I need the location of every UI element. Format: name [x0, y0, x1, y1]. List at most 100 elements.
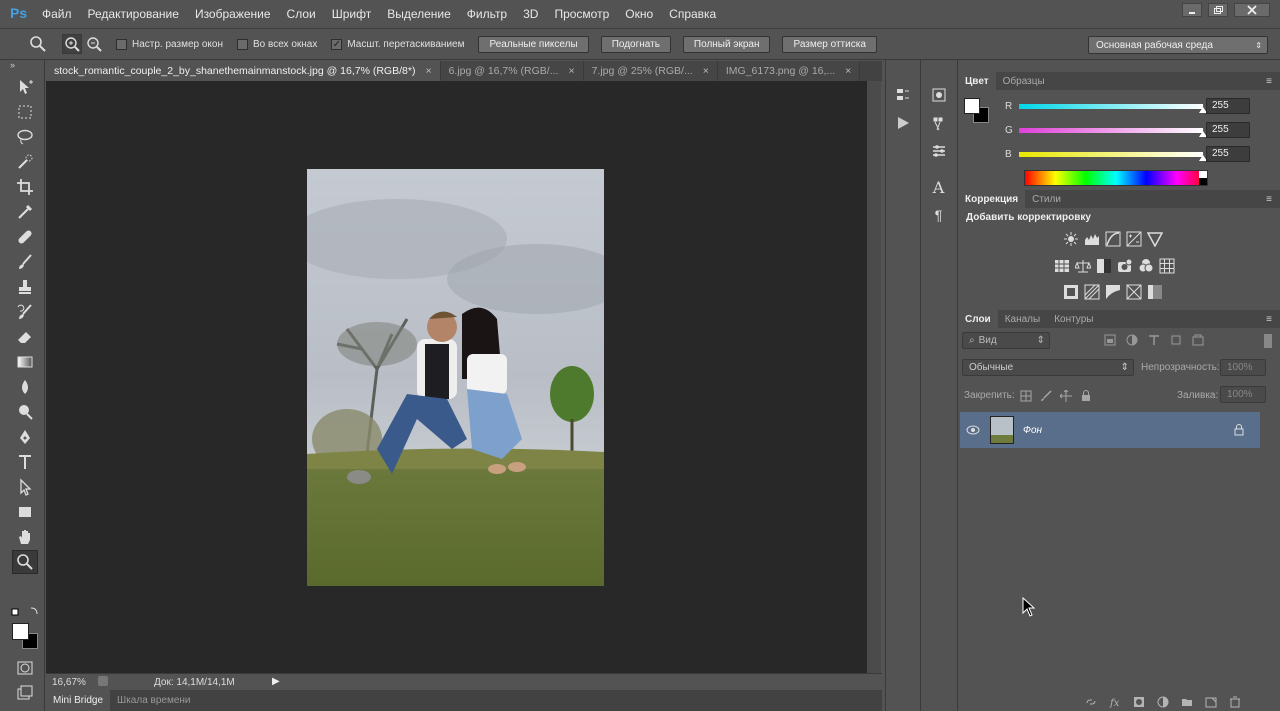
fit-screen-button[interactable]: Подогнать: [600, 35, 671, 53]
menu-view[interactable]: Просмотр: [554, 7, 609, 21]
screen-mode-button[interactable]: [12, 681, 38, 705]
menu-type[interactable]: Шрифт: [332, 7, 371, 21]
healing-brush-tool[interactable]: [12, 225, 38, 249]
pen-tool[interactable]: [12, 425, 38, 449]
tab-timeline[interactable]: Шкала времени: [110, 690, 197, 711]
slider-b[interactable]: B 255: [958, 146, 1258, 162]
color-spectrum[interactable]: [1024, 170, 1208, 186]
dodge-tool[interactable]: [12, 400, 38, 424]
link-layers-icon[interactable]: [1085, 696, 1097, 708]
menu-edit[interactable]: Редактирование: [88, 7, 179, 21]
info-icon[interactable]: [98, 676, 108, 686]
foreground-swatch[interactable]: [12, 623, 29, 640]
menu-layer[interactable]: Слои: [287, 7, 316, 21]
tab-document-3[interactable]: 7.jpg @ 25% (RGB/... ×: [583, 61, 718, 81]
layer-filter-select[interactable]: ⌕ Вид ⇕: [962, 332, 1050, 349]
history-brush-tool[interactable]: [12, 300, 38, 324]
panel-menu-icon[interactable]: ≡: [1266, 194, 1272, 205]
all-windows-checkbox[interactable]: Во всех окнах: [237, 38, 317, 50]
exposure-icon[interactable]: [1125, 230, 1142, 247]
color-lookup-icon[interactable]: [1158, 257, 1175, 274]
filter-type-icon[interactable]: [1148, 334, 1160, 346]
selective-color-icon[interactable]: [1125, 283, 1142, 300]
panel-menu-icon[interactable]: ≡: [1266, 76, 1272, 87]
opacity-field[interactable]: 100%: [1220, 359, 1266, 376]
lock-position-icon[interactable]: [1060, 390, 1072, 402]
menu-3d[interactable]: 3D: [523, 7, 538, 21]
color-balance-icon[interactable]: [1074, 257, 1091, 274]
spectrum-black[interactable]: [1199, 178, 1207, 185]
menu-help[interactable]: Справка: [669, 7, 716, 21]
threshold-icon[interactable]: [1104, 283, 1121, 300]
hue-saturation-icon[interactable]: [1053, 257, 1070, 274]
menu-file[interactable]: Файл: [42, 7, 72, 21]
new-group-icon[interactable]: [1181, 696, 1193, 708]
tab-document-1[interactable]: stock_romantic_couple_2_by_shanethemainm…: [46, 61, 441, 81]
b-gradient[interactable]: [1019, 151, 1203, 157]
brush-settings-icon[interactable]: [927, 140, 951, 162]
scrubby-zoom-checkbox[interactable]: ✓ Масшт. перетаскиванием: [331, 38, 464, 50]
color-swatches[interactable]: [12, 623, 40, 651]
quick-select-tool[interactable]: [12, 150, 38, 174]
levels-icon[interactable]: [1083, 230, 1100, 247]
blur-tool[interactable]: [12, 375, 38, 399]
filter-adjustment-icon[interactable]: [1126, 334, 1138, 346]
brightness-icon[interactable]: [1062, 230, 1079, 247]
zoom-level[interactable]: 16,67%: [46, 677, 90, 688]
tab-color[interactable]: Цвет: [958, 72, 996, 90]
layer-name[interactable]: Фон: [1023, 425, 1042, 436]
quick-mask-button[interactable]: [12, 656, 38, 680]
collapse-arrows-icon[interactable]: »: [0, 60, 44, 74]
brush-tool[interactable]: [12, 250, 38, 274]
menu-select[interactable]: Выделение: [387, 7, 451, 21]
tab-swatches[interactable]: Образцы: [996, 72, 1052, 90]
eye-icon[interactable]: [966, 425, 980, 435]
tab-styles[interactable]: Стили: [1025, 190, 1068, 208]
black-white-icon[interactable]: [1095, 257, 1112, 274]
filter-toggle[interactable]: [1264, 334, 1272, 348]
clone-stamp-tool[interactable]: [12, 275, 38, 299]
channel-mixer-icon[interactable]: [1137, 257, 1154, 274]
slider-g[interactable]: G 255: [958, 122, 1258, 138]
zoom-in-mode[interactable]: [62, 34, 82, 54]
restore-button[interactable]: [1208, 3, 1228, 17]
filter-smart-object-icon[interactable]: [1192, 334, 1204, 346]
history-panel-icon[interactable]: [891, 84, 915, 106]
r-gradient[interactable]: [1019, 103, 1203, 109]
invert-icon[interactable]: [1062, 283, 1079, 300]
gradient-map-icon[interactable]: [1146, 283, 1163, 300]
tab-channels[interactable]: Каналы: [998, 310, 1048, 328]
g-gradient[interactable]: [1019, 127, 1203, 133]
path-select-tool[interactable]: [12, 475, 38, 499]
tab-close-icon[interactable]: ×: [568, 65, 574, 77]
tab-document-4[interactable]: IMG_6173.png @ 16,... ×: [717, 61, 861, 81]
tab-close-icon[interactable]: ×: [845, 65, 851, 77]
crop-tool[interactable]: [12, 175, 38, 199]
slider-r[interactable]: R 255: [958, 98, 1258, 114]
filter-pixel-icon[interactable]: [1104, 334, 1116, 346]
curves-icon[interactable]: [1104, 230, 1121, 247]
brush-presets-icon[interactable]: [927, 112, 951, 134]
new-layer-icon[interactable]: [1205, 696, 1217, 708]
resize-windows-checkbox[interactable]: Настр. размер окон: [116, 38, 223, 50]
lock-transparent-icon[interactable]: [1020, 390, 1032, 402]
zoom-tool-preset[interactable]: [28, 34, 48, 54]
gradient-tool[interactable]: [12, 350, 38, 374]
rectangle-tool[interactable]: [12, 500, 38, 524]
fill-field[interactable]: 100%: [1220, 386, 1266, 403]
blend-mode-select[interactable]: Обычные ⇕: [962, 359, 1134, 376]
navigator-panel-icon[interactable]: [927, 84, 951, 106]
layer-mask-icon[interactable]: [1133, 696, 1145, 708]
fill-screen-button[interactable]: Полный экран: [682, 35, 771, 53]
b-value-field[interactable]: 255: [1206, 146, 1250, 162]
type-tool[interactable]: [12, 450, 38, 474]
tab-document-2[interactable]: 6.jpg @ 16,7% (RGB/... ×: [440, 61, 584, 81]
lock-pixels-icon[interactable]: [1040, 390, 1052, 402]
filter-shape-icon[interactable]: [1170, 334, 1182, 346]
spectrum-white[interactable]: [1199, 171, 1207, 178]
workspace-select[interactable]: Основная рабочая среда ⇕: [1088, 36, 1268, 54]
hand-tool[interactable]: [12, 525, 38, 549]
actual-pixels-button[interactable]: Реальные пикселы: [478, 35, 589, 53]
paragraph-panel-icon[interactable]: ¶: [927, 204, 951, 226]
tab-paths[interactable]: Контуры: [1047, 310, 1100, 328]
